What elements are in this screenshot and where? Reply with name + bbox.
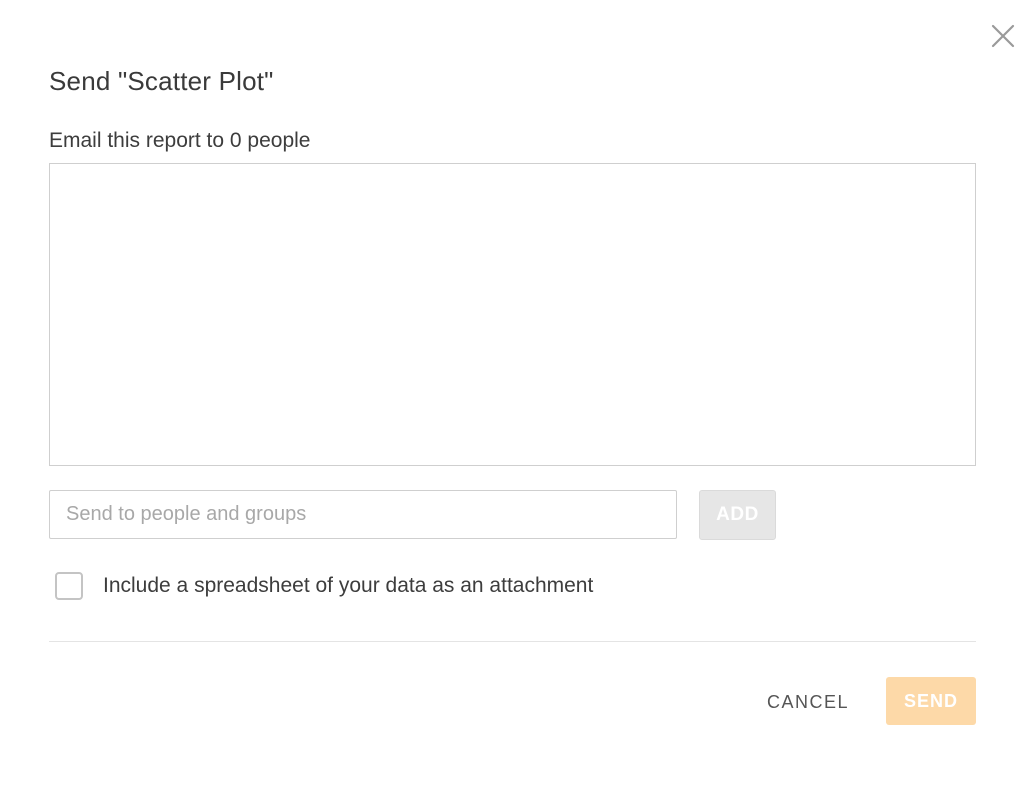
footer-divider bbox=[49, 641, 976, 642]
add-button[interactable]: ADD bbox=[699, 490, 776, 540]
recipient-search-input[interactable] bbox=[49, 490, 677, 539]
close-button[interactable] bbox=[988, 21, 1018, 51]
recipients-list[interactable] bbox=[49, 163, 976, 466]
send-report-dialog: Send "Scatter Plot" Email this report to… bbox=[0, 0, 1032, 786]
cancel-button[interactable]: CANCEL bbox=[756, 679, 860, 725]
close-icon bbox=[991, 24, 1015, 48]
attachment-label[interactable]: Include a spreadsheet of your data as an… bbox=[103, 574, 593, 598]
recipients-count-label: Email this report to 0 people bbox=[49, 129, 311, 152]
attachment-option[interactable]: Include a spreadsheet of your data as an… bbox=[55, 572, 593, 600]
dialog-title: Send "Scatter Plot" bbox=[49, 66, 274, 96]
attachment-checkbox[interactable] bbox=[55, 572, 83, 600]
send-button[interactable]: SEND bbox=[886, 677, 976, 725]
